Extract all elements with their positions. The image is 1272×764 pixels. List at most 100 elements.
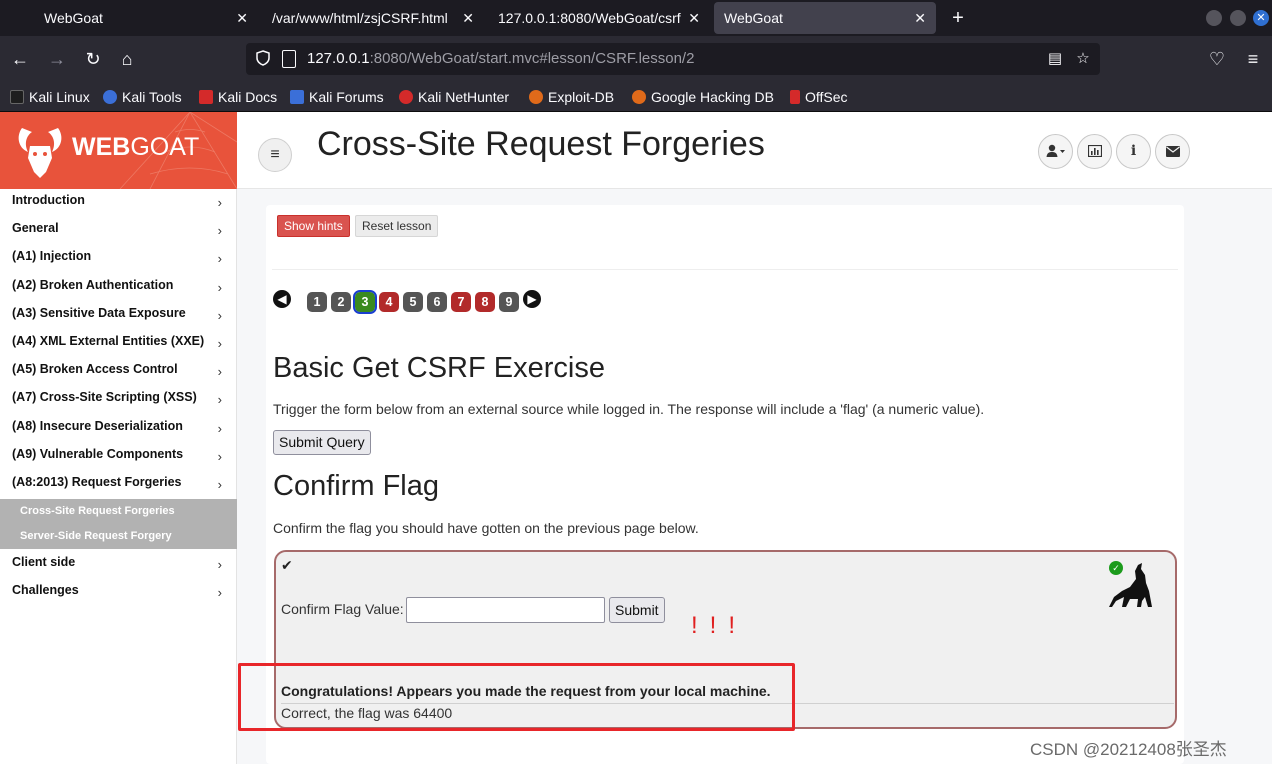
tab-title: 127.0.0.1:8080/WebGoat/csrf	[498, 10, 681, 26]
submenu-item-ssrf[interactable]: Server-Side Request Forgery	[0, 524, 237, 549]
prev-page-arrow-icon[interactable]: ◀	[273, 290, 291, 308]
chevron-right-icon: ›	[217, 448, 222, 464]
close-icon[interactable]: ✕	[914, 2, 926, 34]
page-link-7[interactable]: 7	[451, 292, 471, 312]
bookmark-star-icon[interactable]: ☆	[1072, 48, 1094, 70]
menu-item-xss[interactable]: (A7) Cross-Site Scripting (XSS) ›	[0, 386, 237, 414]
url-bar[interactable]: 127.0.0.1:8080/WebGoat/start.mvc#lesson/…	[246, 43, 1100, 75]
url-text[interactable]: 127.0.0.1:8080/WebGoat/start.mvc#lesson/…	[307, 43, 694, 75]
webgoat-logo[interactable]: WEBGOAT	[0, 112, 237, 189]
page-link-6[interactable]: 6	[427, 292, 447, 312]
bookmark-label: Kali Docs	[218, 89, 278, 105]
menu-item-injection[interactable]: (A1) Injection ›	[0, 245, 237, 273]
forward-arrow-icon[interactable]: →	[46, 48, 68, 70]
bookmark-google-hacking-db[interactable]: Google Hacking DB	[632, 86, 774, 108]
menu-item-request-forgeries[interactable]: (A8:2013) Request Forgeries ›	[0, 471, 237, 499]
menu-item-general[interactable]: General ›	[0, 217, 237, 245]
submit-flag-button[interactable]: Submit	[609, 597, 665, 623]
flag-value-input[interactable]	[406, 597, 605, 623]
shield-icon[interactable]	[256, 50, 272, 68]
page-link-5[interactable]: 5	[403, 292, 423, 312]
tab-title: WebGoat	[44, 10, 103, 26]
maximize-icon[interactable]	[1230, 10, 1246, 26]
close-icon[interactable]: ✕	[462, 2, 474, 34]
bookmark-label: Exploit-DB	[548, 89, 615, 105]
browser-tab-2[interactable]: /var/www/html/zsjCSRF.html ✕	[262, 2, 484, 34]
brand-name: WEBGOAT	[72, 133, 200, 161]
annotation-exclamation-marks: !!!	[691, 612, 748, 639]
bookmark-kali-forums[interactable]: Kali Forums	[290, 86, 384, 108]
show-hints-button[interactable]: Show hints	[277, 215, 350, 237]
submit-query-button[interactable]: Submit Query	[273, 430, 371, 455]
minimize-icon[interactable]	[1206, 10, 1222, 26]
menu-label: (A7) Cross-Site Scripting (XSS)	[12, 390, 197, 405]
reader-view-icon[interactable]: ▤	[1044, 48, 1066, 70]
close-icon[interactable]: ✕	[236, 2, 248, 34]
confirm-flag-heading: Confirm Flag	[273, 470, 439, 502]
chevron-right-icon: ›	[217, 307, 222, 323]
report-card-button[interactable]	[1077, 134, 1112, 169]
sidebar: WEBGOAT Introduction › General › (A1) Inje…	[0, 112, 237, 764]
page-info-icon[interactable]	[282, 50, 296, 68]
bookmark-offsec[interactable]: OffSec	[790, 86, 848, 108]
menu-item-broken-access-control[interactable]: (A5) Broken Access Control ›	[0, 358, 237, 386]
menu-item-introduction[interactable]: Introduction ›	[0, 189, 237, 217]
chevron-right-icon: ›	[217, 335, 222, 351]
menu-label: Introduction	[12, 193, 85, 207]
menu-label: Client side	[12, 555, 76, 570]
menu-label: General	[12, 221, 59, 236]
contact-button[interactable]	[1155, 134, 1190, 169]
browser-tab-1[interactable]: WebGoat ✕	[34, 2, 258, 34]
back-arrow-icon[interactable]: ←	[9, 48, 31, 70]
browser-tab-active[interactable]: WebGoat ✕	[714, 2, 936, 34]
chevron-right-icon: ›	[217, 392, 222, 408]
page-link-4[interactable]: 4	[379, 292, 399, 312]
submenu-item-csrf[interactable]: Cross-Site Request Forgeries	[0, 499, 237, 524]
toggle-menu-button[interactable]: ≡	[258, 138, 292, 172]
menu-item-insecure-deserialization[interactable]: (A8) Insecure Deserialization ›	[0, 415, 237, 443]
bookmark-label: Google Hacking DB	[651, 89, 774, 105]
menu-label: (A8) Insecure Deserialization	[12, 418, 183, 433]
page-link-1[interactable]: 1	[307, 292, 327, 312]
page-link-8[interactable]: 8	[475, 292, 495, 312]
hamburger-menu-icon[interactable]: ≡	[1242, 48, 1264, 70]
new-tab-button[interactable]: +	[946, 4, 970, 32]
bookmark-kali-docs[interactable]: Kali Docs	[199, 86, 277, 108]
page-link-9[interactable]: 9	[499, 292, 519, 312]
close-icon[interactable]: ✕	[688, 2, 700, 34]
menu-item-challenges[interactable]: Challenges ›	[0, 579, 237, 607]
menu-item-client-side[interactable]: Client side ›	[0, 551, 237, 579]
bookmark-kali-nethunter[interactable]: Kali NetHunter	[399, 86, 509, 108]
chevron-right-icon: ›	[217, 364, 222, 380]
page-link-2[interactable]: 2	[331, 292, 351, 312]
exercise-heading: Basic Get CSRF Exercise	[273, 352, 605, 384]
url-path: :8080/WebGoat/start.mvc#lesson/CSRF.less…	[369, 50, 695, 67]
flag-value-label: Confirm Flag Value:	[281, 601, 404, 617]
browser-tab-bar: WebGoat ✕ /var/www/html/zsjCSRF.html ✕ 1…	[0, 0, 1272, 36]
menu-label: (A2) Broken Authentication	[12, 277, 174, 292]
bookmark-kali-linux[interactable]: Kali Linux	[10, 86, 90, 108]
menu-item-vulnerable-components[interactable]: (A9) Vulnerable Components ›	[0, 443, 237, 471]
page-link-3[interactable]: 3	[353, 290, 377, 314]
user-menu-button[interactable]	[1038, 134, 1073, 169]
browser-nav-bar: ← → ↻ ⌂ 127.0.0.1:8080/WebGoat/start.mvc…	[0, 36, 1272, 82]
bookmark-exploit-db[interactable]: Exploit-DB	[529, 86, 614, 108]
divider	[272, 269, 1178, 270]
home-icon[interactable]: ⌂	[116, 48, 138, 70]
reset-lesson-button[interactable]: Reset lesson	[355, 215, 439, 237]
browser-tab-3[interactable]: 127.0.0.1:8080/WebGoat/csrf ✕	[488, 2, 710, 34]
about-button[interactable]: i	[1116, 134, 1151, 169]
window-close-icon[interactable]: ✕	[1253, 10, 1269, 26]
bookmark-kali-tools[interactable]: Kali Tools	[103, 86, 182, 108]
menu-label: (A5) Broken Access Control	[12, 362, 178, 377]
ghdb-icon	[632, 90, 646, 104]
menu-item-broken-authentication[interactable]: (A2) Broken Authentication ›	[0, 274, 237, 302]
menu-item-xxe[interactable]: (A4) XML External Entities (XXE) ›	[0, 330, 237, 358]
exploit-db-icon	[529, 90, 543, 104]
menu-label: (A4) XML External Entities (XXE)	[12, 333, 205, 348]
bookmarks-toolbar: Kali Linux Kali Tools Kali Docs Kali For…	[0, 82, 1272, 112]
next-page-arrow-icon[interactable]: ▶	[523, 290, 541, 308]
reload-icon[interactable]: ↻	[82, 48, 104, 70]
menu-item-sensitive-data-exposure[interactable]: (A3) Sensitive Data Exposure ›	[0, 302, 237, 330]
pocket-icon[interactable]: ♡	[1206, 48, 1228, 70]
